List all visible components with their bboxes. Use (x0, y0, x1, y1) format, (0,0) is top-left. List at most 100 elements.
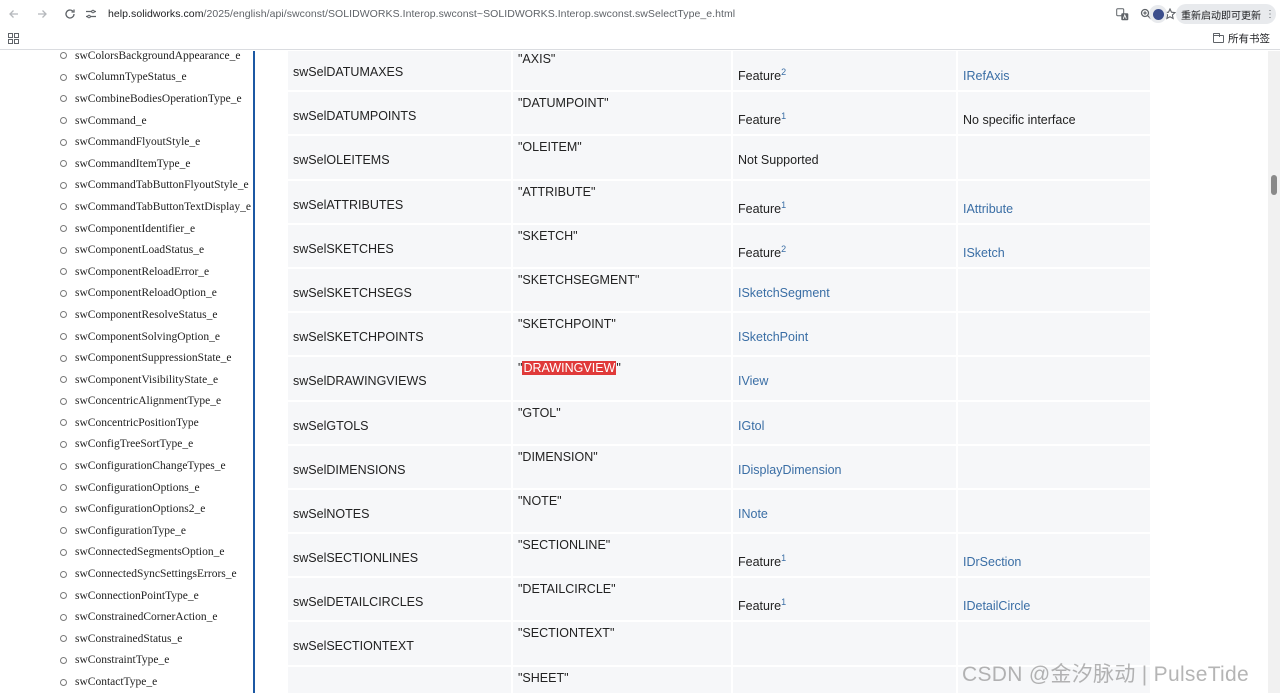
sidebar-item-label: swConfigTreeSortType_e (75, 438, 194, 451)
sidebar-item[interactable]: swConstrainedCornerAction_e (0, 606, 254, 628)
enum-name-cell: swSelOLEITEMS (288, 136, 511, 181)
sidebar-item-label: swCombineBodiesOperationType_e (75, 92, 242, 105)
enum-name-cell: swSelDATUMPOINTS (288, 92, 511, 137)
footnote-link[interactable]: 1 (781, 597, 786, 607)
sidebar-item[interactable]: swComponentResolveStatus_e (0, 304, 254, 326)
apps-grid-icon[interactable] (8, 33, 19, 47)
sidebar-item[interactable]: swConstrainedStatus_e (0, 628, 254, 650)
string-value-cell: "SKETCHPOINT" (513, 313, 731, 358)
interface-cell (958, 136, 1150, 181)
interface-link[interactable]: IDisplayDimension (738, 463, 842, 477)
string-value: "SKETCHSEGMENT" (518, 272, 640, 287)
all-bookmarks-button[interactable]: 所有书签 (1213, 31, 1270, 46)
sidebar-item[interactable]: swCommandTabButtonFlyoutStyle_e (0, 175, 254, 197)
support-text: Feature2 (738, 67, 786, 83)
sidebar-item[interactable]: swConfigurationOptions2_e (0, 498, 254, 520)
interface-cell (958, 313, 1150, 358)
table-row: swSelSECTIONLINES "SECTIONLINE" Feature1 ID… (288, 534, 1150, 579)
sidebar-item[interactable]: swCombineBodiesOperationType_e (0, 88, 254, 110)
sidebar-item[interactable]: swConnectionPointType_e (0, 585, 254, 607)
footnote-link[interactable]: 1 (781, 553, 786, 563)
interface-link[interactable]: IRefAxis (963, 69, 1010, 83)
translate-button[interactable] (1112, 4, 1132, 24)
sidebar-item[interactable]: swConstraintType_e (0, 650, 254, 672)
interface-link[interactable]: IGtol (738, 419, 764, 433)
interface-link[interactable]: ISketchSegment (738, 286, 830, 300)
sidebar-item-label: swComponentLoadStatus_e (75, 244, 205, 257)
sidebar-item[interactable]: swConnectedSyncSettingsErrors_e (0, 563, 254, 585)
bullet-icon (60, 613, 67, 621)
string-value: "DIMENSION" (518, 449, 598, 464)
sidebar-item[interactable]: swComponentSuppressionState_e (0, 347, 254, 369)
sidebar-item[interactable]: swComponentLoadStatus_e (0, 239, 254, 261)
interface-cell (958, 489, 1150, 535)
enum-name: swSelSKETCHES (293, 241, 394, 256)
footnote-link[interactable]: 1 (781, 199, 786, 209)
sidebar-item[interactable]: swConnectedSegmentsOption_e (0, 542, 254, 564)
support-label: Feature (738, 599, 782, 614)
sidebar-item-label: swCommandFlyoutStyle_e (75, 136, 201, 149)
site-info-button[interactable] (82, 5, 100, 23)
profile-button[interactable] (1149, 5, 1167, 23)
sidebar-item-label: swConcentricAlignmentType_e (75, 395, 222, 408)
sidebar-item[interactable]: swConfigurationType_e (0, 520, 254, 542)
interface-link[interactable]: ISketchPoint (738, 330, 808, 344)
sidebar-item[interactable]: swComponentVisibilityState_e (0, 369, 254, 391)
sidebar-item[interactable]: swCommandFlyoutStyle_e (0, 131, 254, 153)
interface-link[interactable]: IView (738, 374, 768, 388)
sidebar-item[interactable]: swCommandItemType_e (0, 153, 254, 175)
support-cell: Feature2 (733, 51, 956, 93)
enum-name-cell: swSelGTOLS (288, 401, 511, 446)
bullet-icon (60, 397, 67, 405)
enum-name: swSelSKETCHPOINTS (293, 330, 424, 345)
sidebar-item[interactable]: swColumnTypeStatus_e (0, 67, 254, 89)
sidebar-item[interactable]: swConcentricAlignmentType_e (0, 391, 254, 413)
interface-link[interactable]: IAttribute (963, 202, 1013, 216)
sidebar-item[interactable]: swColorsBackgroundAppearance_e (0, 51, 254, 67)
sidebar-item[interactable]: swConfigurationChangeTypes_e (0, 455, 254, 477)
sidebar-item[interactable]: swComponentReloadOption_e (0, 283, 254, 305)
enum-name-cell: swSelSKETCHSEGS (288, 268, 511, 314)
relaunch-update-button[interactable]: 重新启动即可更新 ⋮ (1176, 4, 1276, 24)
bullet-icon (60, 462, 67, 470)
scrollbar-thumb[interactable] (1271, 175, 1277, 195)
more-vert-icon: ⋮ (1265, 8, 1275, 20)
sidebar-item[interactable]: swConcentricPositionType (0, 412, 254, 434)
bookmarks-bar: 所有书签 (0, 28, 1280, 50)
forward-button[interactable] (30, 2, 54, 26)
address-bar[interactable]: help.solidworks.com/2025/english/api/swc… (82, 3, 1142, 25)
bullet-icon (60, 354, 67, 362)
sidebar-item[interactable]: swComponentSolvingOption_e (0, 326, 254, 348)
support-text: Feature1 (738, 553, 786, 569)
sidebar-item[interactable]: swConfigurationOptions_e (0, 477, 254, 499)
sidebar-item-label: swComponentSolvingOption_e (75, 330, 221, 343)
interface-link[interactable]: ISketch (963, 246, 1005, 260)
interface-link[interactable]: IDrSection (963, 555, 1021, 569)
support-cell: ISketchSegment (733, 268, 956, 314)
page-scrollbar[interactable] (1268, 51, 1280, 693)
table-row: swSelNOTES "NOTE" INote (288, 489, 1150, 535)
sidebar-item[interactable]: swComponentReloadError_e (0, 261, 254, 283)
reload-button[interactable] (58, 2, 82, 26)
folder-icon (1213, 32, 1224, 43)
all-bookmarks-label: 所有书签 (1228, 33, 1270, 45)
interface-link[interactable]: INote (738, 507, 768, 521)
support-cell: Feature1 (733, 180, 956, 225)
string-value-cell: "OLEITEM" (513, 136, 731, 181)
bullet-icon (60, 203, 67, 211)
support-cell: Feature1 (733, 534, 956, 579)
bullet-icon (60, 289, 67, 297)
sidebar-item[interactable]: swConfigTreeSortType_e (0, 434, 254, 456)
sidebar-item[interactable]: swCommandTabButtonTextDisplay_e (0, 196, 254, 218)
footnote-link[interactable]: 2 (781, 67, 786, 77)
sidebar-item[interactable]: swCommand_e (0, 110, 254, 132)
interface-link[interactable]: IDetailCircle (963, 599, 1030, 613)
sidebar-item[interactable]: swComponentIdentifier_e (0, 218, 254, 240)
footnote-link[interactable]: 1 (781, 111, 786, 121)
url-path: /2025/english/api/swconst/SOLIDWORKS.Int… (203, 8, 736, 20)
back-button[interactable] (2, 2, 26, 26)
sidebar-item[interactable]: swContactType_e (0, 671, 254, 693)
footnote-link[interactable]: 2 (781, 244, 786, 254)
bullet-icon (60, 160, 67, 168)
bullet-icon (60, 52, 67, 60)
